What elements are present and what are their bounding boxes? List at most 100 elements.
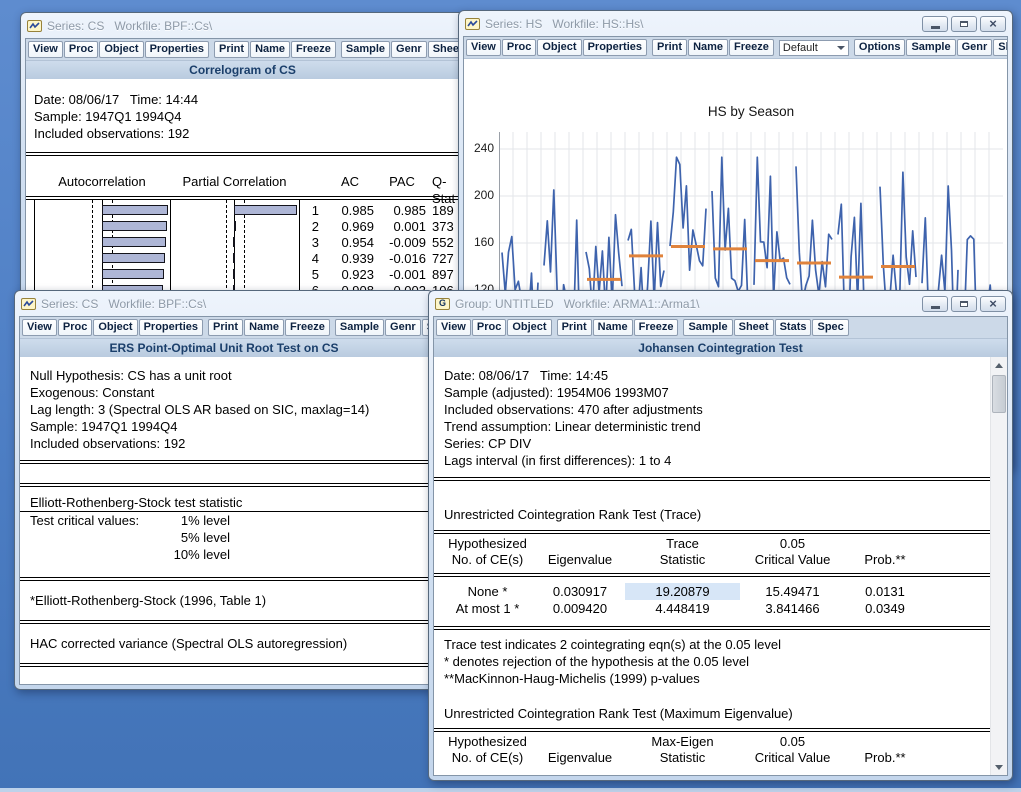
object-toolbar: ViewProcObject PrintNameFreezeSampleSheet… xyxy=(434,317,1007,339)
title-bar[interactable]: Series: HS Workfile: HS::Hs\ × xyxy=(459,11,1012,34)
toolbar-button-print[interactable]: Print xyxy=(557,319,592,336)
correlogram-row[interactable]: 30.954-0.009552 xyxy=(26,234,459,250)
toolbar-button-options[interactable]: Options xyxy=(854,39,906,56)
toolbar-button-name[interactable]: Name xyxy=(250,41,290,58)
column-header: 0.05Critical Value xyxy=(740,536,845,568)
view-caption: ERS Point-Optimal Unit Root Test on CS xyxy=(20,339,428,357)
window-johansen-test[interactable]: G Group: UNTITLED Workfile: ARMA1::Arma1… xyxy=(428,290,1013,781)
toolbar-button-sample[interactable]: Sample xyxy=(335,319,384,336)
toolbar-button-print[interactable]: Print xyxy=(214,41,249,58)
toolbar-button-view[interactable]: View xyxy=(466,39,501,56)
toolbar-button-freeze[interactable]: Freeze xyxy=(634,319,679,336)
series-line: Series: CP DIV xyxy=(444,435,991,452)
toolbar-button-freeze[interactable]: Freeze xyxy=(285,319,330,336)
toolbar-button-genr[interactable]: Genr xyxy=(957,39,993,56)
title-bar[interactable]: G Group: UNTITLED Workfile: ARMA1::Arma1… xyxy=(429,291,1012,314)
col-header-autocorrelation: Autocorrelation xyxy=(32,173,172,190)
graph-type-select[interactable]: Default xyxy=(779,40,849,56)
column-header: Prob.** xyxy=(845,734,925,766)
toolbar-button-properties[interactable]: Properties xyxy=(583,39,647,56)
toolbar-button-name[interactable]: Name xyxy=(593,319,633,336)
close-icon: × xyxy=(989,19,997,29)
scroll-down-button[interactable] xyxy=(991,759,1007,775)
ac-bar xyxy=(102,253,165,263)
correlogram-row[interactable]: 50.923-0.001897 xyxy=(26,266,459,282)
window-correlogram-cs[interactable]: Series: CS Workfile: BPF::Cs\ ViewProcOb… xyxy=(20,12,465,307)
toolbar-button-print[interactable]: Print xyxy=(652,39,687,56)
pac-value: -0.009 xyxy=(378,234,426,251)
toolbar-button-proc[interactable]: Proc xyxy=(472,319,506,336)
exogenous-line: Exogenous: Constant xyxy=(30,384,428,401)
toolbar-button-genr[interactable]: Genr xyxy=(391,41,427,58)
toolbar-button-view[interactable]: View xyxy=(436,319,471,336)
minimize-icon xyxy=(931,306,940,309)
selected-cell[interactable]: 19.20879 xyxy=(625,583,740,600)
minimize-button[interactable] xyxy=(922,296,948,312)
toolbar-button-sheet[interactable]: Sheet xyxy=(993,39,1007,56)
double-rule xyxy=(20,460,428,464)
toolbar-button-proc[interactable]: Proc xyxy=(502,39,536,56)
table-cell[interactable]: 4.448419 xyxy=(625,600,740,617)
table-cell[interactable]: None * xyxy=(440,583,535,600)
toolbar-button-properties[interactable]: Properties xyxy=(145,41,209,58)
double-rule xyxy=(434,477,991,481)
double-rule xyxy=(20,483,428,487)
scroll-up-button[interactable] xyxy=(991,357,1007,373)
toolbar-button-spec[interactable]: Spec xyxy=(812,319,848,336)
title-bar[interactable]: Series: CS Workfile: BPF::Cs\ xyxy=(21,13,464,36)
toolbar-button-proc[interactable]: Proc xyxy=(64,41,98,58)
toolbar-button-proc[interactable]: Proc xyxy=(58,319,92,336)
window-title: Series: CS Workfile: BPF::Cs\ xyxy=(41,297,429,311)
scroll-thumb[interactable] xyxy=(992,375,1006,413)
table-cell[interactable]: 0.0349 xyxy=(845,600,925,617)
toolbar-button-view[interactable]: View xyxy=(28,41,63,58)
toolbar-button-genr[interactable]: Genr xyxy=(385,319,421,336)
toolbar-button-object[interactable]: Object xyxy=(99,41,143,58)
pac-bar xyxy=(233,253,235,263)
toolbar-button-print[interactable]: Print xyxy=(208,319,243,336)
y-axis-tick-label: 200 xyxy=(467,188,494,202)
table-cell[interactable]: 3.841466 xyxy=(740,600,845,617)
correlogram-row[interactable]: 10.9850.985189 xyxy=(26,202,459,218)
table-cell[interactable]: 0.009420 xyxy=(535,600,625,617)
toolbar-button-view[interactable]: View xyxy=(22,319,57,336)
toolbar-button-freeze[interactable]: Freeze xyxy=(729,39,774,56)
toolbar-button-sheet[interactable]: Sheet xyxy=(734,319,774,336)
restore-button[interactable] xyxy=(951,296,977,312)
close-button[interactable]: × xyxy=(980,296,1006,312)
maxeigen-test-heading: Unrestricted Cointegration Rank Test (Ma… xyxy=(434,705,991,722)
toolbar-button-stats[interactable]: Stats xyxy=(775,319,812,336)
window-ers-test[interactable]: Series: CS Workfile: BPF::Cs\ ViewProcOb… xyxy=(14,290,434,690)
window-title: Series: CS Workfile: BPF::Cs\ xyxy=(47,19,460,33)
critical-values-label: Test critical values: xyxy=(30,512,139,529)
toolbar-button-sheet[interactable]: Sheet xyxy=(428,41,459,58)
table-cell[interactable]: 0.0131 xyxy=(845,583,925,600)
lag-number: 1 xyxy=(294,202,319,219)
toolbar-button-freeze[interactable]: Freeze xyxy=(291,41,336,58)
restore-button[interactable] xyxy=(951,16,977,32)
table-cell[interactable]: 15.49471 xyxy=(740,583,845,600)
toolbar-button-object[interactable]: Object xyxy=(537,39,581,56)
toolbar-button-sample[interactable]: Sample xyxy=(683,319,732,336)
toolbar-button-object[interactable]: Object xyxy=(507,319,551,336)
correlogram-row[interactable]: 20.9690.001373 xyxy=(26,218,459,234)
view-caption: Johansen Cointegration Test xyxy=(434,339,1007,357)
title-bar[interactable]: Series: CS Workfile: BPF::Cs\ xyxy=(15,291,433,314)
vertical-scrollbar[interactable] xyxy=(990,357,1007,775)
double-rule xyxy=(20,663,428,667)
toolbar-button-properties[interactable]: Properties xyxy=(139,319,203,336)
toolbar-button-name[interactable]: Name xyxy=(688,39,728,56)
table-cell[interactable]: At most 1 * xyxy=(440,600,535,617)
toolbar-button-name[interactable]: Name xyxy=(244,319,284,336)
ac-bar xyxy=(102,205,168,215)
correlogram-row[interactable]: 40.939-0.016727 xyxy=(26,250,459,266)
sample-line: Sample: 1947Q1 1994Q4 xyxy=(34,108,459,125)
close-button[interactable]: × xyxy=(980,16,1006,32)
table-cell[interactable]: 0.030917 xyxy=(535,583,625,600)
column-header: Prob.** xyxy=(845,536,925,568)
minimize-button[interactable] xyxy=(922,16,948,32)
toolbar-button-sample[interactable]: Sample xyxy=(906,39,955,56)
toolbar-button-object[interactable]: Object xyxy=(93,319,137,336)
toolbar-button-sample[interactable]: Sample xyxy=(341,41,390,58)
qstat-value: 552 xyxy=(432,234,454,251)
